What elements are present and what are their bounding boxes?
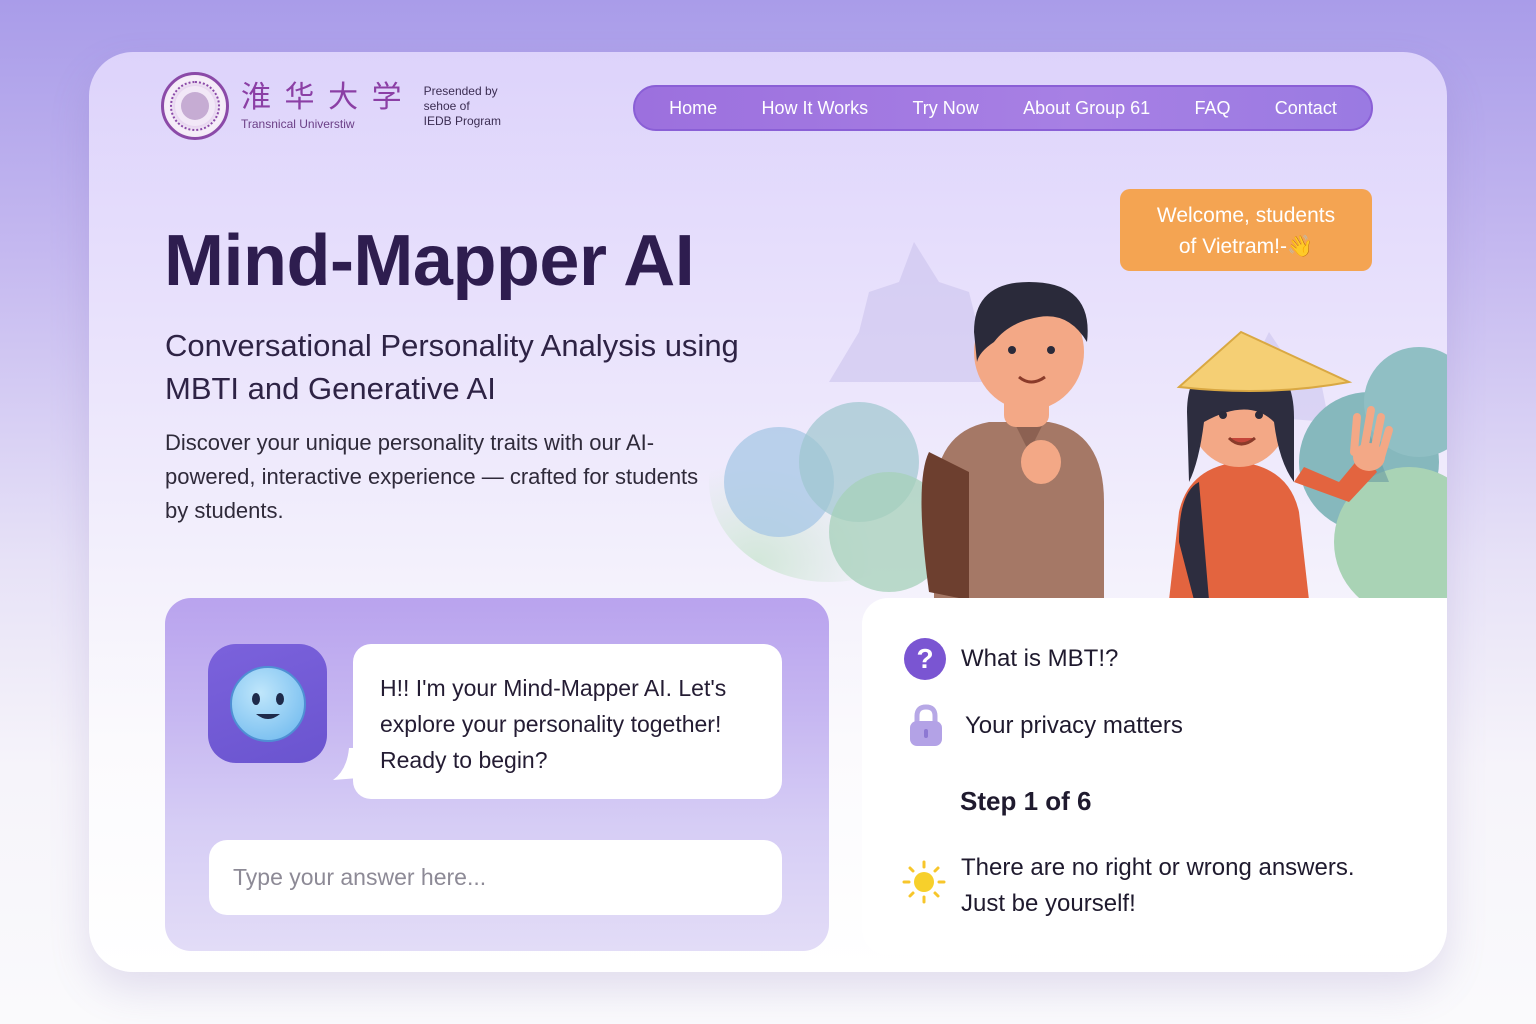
info-panel: ? What is MBT!? Your privacy matters Ste… [862, 598, 1447, 955]
step-indicator: Step 1 of 6 [960, 786, 1091, 817]
page-title: Mind-Mapper AI [164, 221, 695, 301]
privacy-label: Your privacy matters [965, 712, 1183, 739]
hero-subtitle: Conversational Personality Analysis usin… [165, 328, 739, 406]
presented-line: sehoe of [423, 98, 470, 113]
bot-avatar [208, 644, 327, 763]
privacy-link[interactable]: Your privacy matters [906, 704, 1183, 748]
question-icon: ? [904, 638, 946, 680]
tip-line: Just be yourself! [961, 890, 1136, 917]
nav-how-it-works[interactable]: How It Works [761, 98, 868, 119]
nav-faq[interactable]: FAQ [1194, 98, 1230, 119]
chat-panel: H!! I'm your Mind-Mapper AI. Let's explo… [165, 598, 829, 951]
what-is-mbti-link[interactable]: ? What is MBT!? [904, 638, 1118, 680]
nav-home[interactable]: Home [669, 98, 717, 119]
step-label: Step 1 of 6 [960, 786, 1092, 816]
bot-face-icon [230, 666, 306, 742]
sun-icon [902, 860, 946, 904]
presented-line: Presended by [423, 83, 498, 98]
welcome-line: Welcome, students [1156, 204, 1336, 227]
hero-description: Discover your unique personality traits … [165, 430, 699, 523]
presented-by: Presended by sehoe of IEDB Program [424, 84, 501, 129]
main-card: 淮 华 大 学 Transnical Universtiw Presended … [89, 52, 1447, 972]
brand-logo[interactable]: 淮 华 大 学 Transnical Universtiw Presended … [161, 72, 501, 140]
nav-contact[interactable]: Contact [1275, 98, 1337, 119]
nav-try-now[interactable]: Try Now [912, 98, 978, 119]
logo-text: 淮 华 大 学 Transnical Universtiw [241, 80, 404, 132]
top-nav: Home How It Works Try Now About Group 61… [633, 85, 1373, 131]
nav-about-group[interactable]: About Group 61 [1023, 98, 1150, 119]
welcome-line: of Vietram!-👋 [1178, 235, 1314, 258]
university-seal-icon [161, 72, 229, 140]
bot-message-bubble: H!! I'm your Mind-Mapper AI. Let's explo… [353, 644, 782, 799]
tip-row: There are no right or wrong answers. Jus… [902, 850, 1355, 922]
presented-line: IEDB Program [423, 113, 501, 128]
mbti-label: What is MBT!? [961, 645, 1119, 672]
welcome-badge: Welcome, students of Vietram!-👋 [1120, 189, 1372, 271]
logo-chinese-name: 淮 华 大 学 [241, 80, 404, 115]
logo-english-name: Transnical Universtiw [241, 117, 355, 131]
answer-input[interactable] [209, 840, 782, 915]
tip-line: There are no right or wrong answers. [961, 854, 1355, 881]
lock-icon [910, 704, 942, 746]
tip-text: There are no right or wrong answers. Jus… [961, 850, 1355, 922]
